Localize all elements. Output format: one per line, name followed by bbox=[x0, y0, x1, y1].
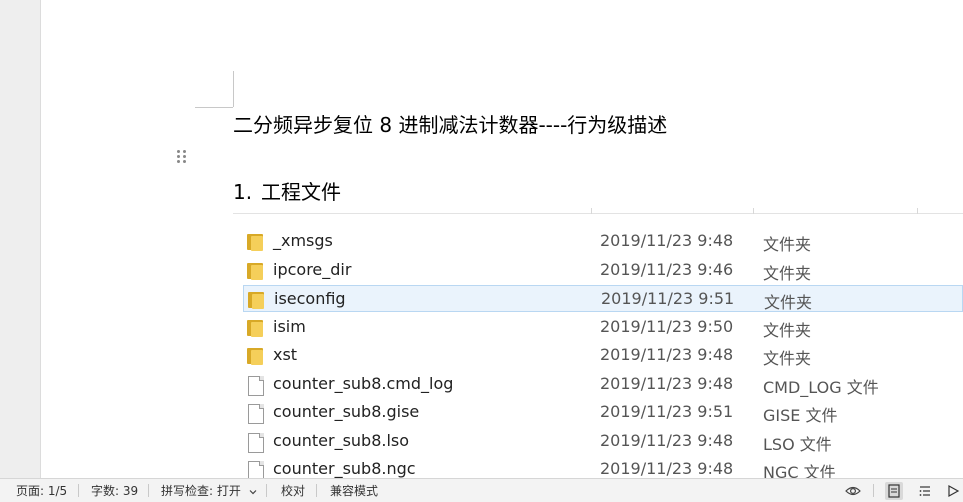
file-name: ipcore_dir bbox=[273, 259, 352, 279]
file-row[interactable]: xst 2019/11/23 9:48 文件夹 bbox=[243, 342, 963, 369]
file-row[interactable]: counter_sub8.ngc 2019/11/23 9:48 NGC 文件 bbox=[243, 456, 963, 478]
file-icon bbox=[247, 432, 267, 453]
file-date: 2019/11/23 9:48 bbox=[600, 345, 734, 364]
file-date: 2019/11/23 9:48 bbox=[600, 373, 734, 393]
folder-icon bbox=[247, 261, 267, 281]
section-heading[interactable]: 1. 工程文件 bbox=[233, 178, 341, 206]
eye-icon[interactable] bbox=[844, 482, 862, 500]
file-type: GISE 文件 bbox=[763, 406, 838, 425]
drag-handle-icon[interactable] bbox=[176, 149, 188, 165]
heading-text: 工程文件 bbox=[261, 180, 341, 204]
file-row[interactable]: counter_sub8.lso 2019/11/23 9:48 LSO 文件 bbox=[243, 428, 963, 455]
heading-number: 1. bbox=[233, 180, 253, 204]
compat-mode-label: 兼容模式 bbox=[330, 484, 379, 498]
file-name: isim bbox=[273, 316, 306, 336]
file-type: 文件夹 bbox=[763, 349, 812, 368]
file-date: 2019/11/23 9:51 bbox=[601, 289, 735, 308]
play-icon[interactable] bbox=[945, 482, 961, 500]
folder-icon bbox=[248, 290, 268, 310]
word-count[interactable]: 字数: 39 bbox=[91, 484, 138, 498]
status-bar: 页面: 1/5 字数: 39 拼写检查: 打开 校对 兼容模式 bbox=[0, 478, 963, 502]
left-margin bbox=[0, 0, 41, 478]
page-view-icon[interactable] bbox=[885, 482, 903, 500]
embedded-explorer-image[interactable]: _xmsgs 2019/11/23 9:48 文件夹 ipcore_dir 2019/1… bbox=[233, 208, 963, 478]
file-name: xst bbox=[273, 345, 298, 364]
file-name: counter_sub8.gise bbox=[273, 402, 420, 421]
proofread-button[interactable]: 校对 bbox=[281, 484, 305, 498]
file-row[interactable]: iseconfig 2019/11/23 9:51 文件夹 bbox=[243, 285, 963, 312]
outline-view-icon[interactable] bbox=[916, 482, 934, 500]
column-header-strip bbox=[233, 208, 963, 214]
file-name: counter_sub8.cmd_log bbox=[273, 373, 454, 393]
folder-icon bbox=[247, 232, 267, 252]
file-date: 2019/11/23 9:48 bbox=[600, 231, 734, 250]
file-name: _xmsgs bbox=[273, 231, 333, 250]
file-date: 2019/11/23 9:46 bbox=[600, 259, 734, 279]
file-type: 文件夹 bbox=[764, 293, 813, 312]
document-title[interactable]: 二分频异步复位 8 进制减法计数器----行为级描述 bbox=[233, 111, 667, 139]
file-icon bbox=[247, 403, 267, 424]
file-type: NGC 文件 bbox=[763, 463, 836, 478]
chevron-down-icon bbox=[249, 489, 257, 494]
folder-icon bbox=[247, 346, 267, 366]
margin-corner-mark-h bbox=[195, 107, 233, 108]
file-type: 文件夹 bbox=[763, 263, 812, 283]
folder-icon bbox=[247, 318, 267, 338]
spell-check-label: 拼写检查: 打开 bbox=[161, 484, 241, 498]
file-date: 2019/11/23 9:51 bbox=[600, 402, 734, 421]
file-date: 2019/11/23 9:48 bbox=[600, 430, 734, 450]
file-row[interactable]: isim 2019/11/23 9:50 文件夹 bbox=[243, 314, 963, 341]
file-name: counter_sub8.lso bbox=[273, 430, 410, 450]
file-type: LSO 文件 bbox=[763, 434, 832, 454]
file-icon bbox=[247, 375, 267, 396]
file-row[interactable]: _xmsgs 2019/11/23 9:48 文件夹 bbox=[243, 228, 963, 255]
file-row[interactable]: counter_sub8.gise 2019/11/23 9:51 GISE 文件 bbox=[243, 399, 963, 426]
file-icon bbox=[247, 460, 267, 478]
file-type: 文件夹 bbox=[763, 320, 812, 340]
file-date: 2019/11/23 9:48 bbox=[600, 459, 734, 478]
file-type: CMD_LOG 文件 bbox=[763, 377, 879, 397]
page-indicator[interactable]: 页面: 1/5 bbox=[16, 484, 67, 498]
file-row[interactable]: counter_sub8.cmd_log 2019/11/23 9:48 CMD_L… bbox=[243, 371, 963, 398]
file-name: counter_sub8.ngc bbox=[273, 459, 416, 478]
file-type: 文件夹 bbox=[763, 235, 812, 254]
file-date: 2019/11/23 9:50 bbox=[600, 316, 734, 336]
spell-check-toggle[interactable]: 拼写检查: 打开 bbox=[161, 484, 257, 498]
file-name: iseconfig bbox=[274, 289, 346, 308]
file-row[interactable]: ipcore_dir 2019/11/23 9:46 文件夹 bbox=[243, 257, 963, 284]
margin-corner-mark bbox=[233, 71, 234, 107]
